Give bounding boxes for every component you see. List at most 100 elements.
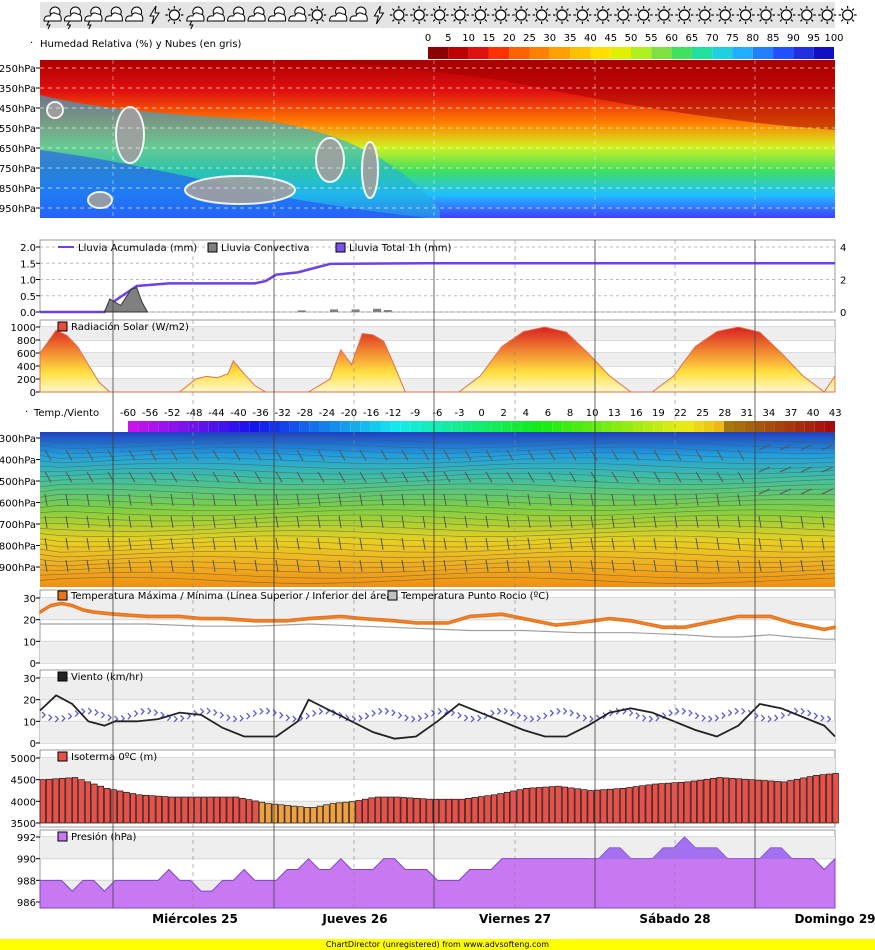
isotherm-bar [735,778,743,824]
temperature-lines-axis-tick: 10 [23,637,36,648]
isotherm-bar [632,786,639,824]
isotherm-bar [742,778,749,824]
temperature-scale-swatch [168,421,179,433]
isotherm-bar [278,804,285,824]
isotherm-bar [297,806,304,824]
humidity-scale-swatch [671,47,692,59]
isotherm-bar [271,803,278,824]
isotherm-legend-label: Isoterma 0ºC (m) [71,752,157,763]
temperature-scale-swatch [259,421,270,433]
temperature-scale-swatch [794,421,805,433]
solar-axis-tick: 0 [30,388,36,399]
temperature-scale-label: 2 [501,408,507,419]
isotherm-bar [78,779,85,824]
isotherm-bar [716,777,723,824]
humidity-scale-swatch [813,47,834,59]
isotherm-bar [162,796,169,824]
temperature-scale-swatch [380,421,391,433]
rain-axis2-tick: 2 [840,276,846,287]
isotherm-bar [819,774,826,824]
temperature-scale-swatch [511,421,522,433]
temperature-scale-swatch [471,421,482,433]
isotherm-bar [652,783,659,824]
rain-conv-bar [297,310,306,312]
isotherm-bar [568,787,575,824]
humidity-axis-tick: 450hPa [0,104,36,115]
humidity-scale-swatch [529,47,550,59]
isotherm-legend-swatch [57,751,68,762]
isotherm-bar [129,793,137,824]
sun-disc [760,9,772,21]
isotherm-bar [761,780,768,824]
temperature-lines-axis-tick: 30 [23,594,36,605]
humidity-axis-tick: 350hPa [0,84,36,95]
isotherm-bar [755,779,762,824]
isotherm-bar [181,796,188,824]
isotherm-axis-tick: 3500 [11,819,36,830]
humidity-axis-tick: 650hPa [0,144,36,155]
isotherm-bar [200,796,208,824]
humidity-title: Humedad Relativa (%) y Nubes (en gris) [40,39,242,50]
temperature-scale-swatch [643,421,654,433]
isotherm-bar [123,791,130,824]
isotherm-bar [310,807,317,824]
rain-conv-bar [373,308,382,312]
sun-ray [851,19,855,22]
isotherm-bar [46,778,53,824]
isotherm-bar [194,796,201,824]
temperature-scale-label: -56 [142,408,158,419]
isotherm-bar [104,788,111,824]
isotherm-bar [52,778,59,824]
sun-disc [719,9,731,21]
humidity-scale-label: 45 [604,33,617,44]
isotherm-bar [606,788,614,824]
temperature-scale-swatch [330,421,341,433]
humidity-scale-label: 25 [523,33,536,44]
temperature-scale-label: -40 [230,408,246,419]
temperature-panel: 30 20 10 0 Temperatura Máxima / Mínima (Lín… [23,589,836,670]
isotherm-bar [142,794,150,824]
isotherm-bar [284,805,291,824]
isotherm-bar [342,801,349,824]
temperature-scale-swatch [774,421,785,433]
humidity-scale-swatch [448,47,469,59]
sun-disc [474,9,486,21]
isotherm-bar [149,795,156,824]
sun-disc [515,9,527,21]
isotherm-bar [445,798,452,824]
isotherm-bar [813,775,820,824]
temperature-legend-label: Temperatura Máxima / Mínima (Línea Super… [70,590,396,602]
rain-axis-tick: 2.0 [20,243,36,254]
isotherm-bar [510,790,517,824]
isotherm-bar [613,788,620,824]
temperature-color-scale: -60 -56 -52 -48 -44 -40 -36 -32 -28 -24 -20 -16 -12-… [120,408,842,433]
temperature-scale-swatch [208,421,219,433]
isotherm-bar [542,786,549,824]
isotherm-legend: Isoterma 0ºC (m) [57,751,157,763]
temperature-scale-label: 19 [652,408,665,419]
isotherm-bar [748,779,755,824]
temperature-scale-label: -44 [208,408,224,419]
isotherm-bar [806,776,813,824]
dewpoint-legend-swatch [387,590,398,601]
rain-axis2-tick: 0 [840,308,846,319]
temperature-scale-label: 22 [674,408,687,419]
isotherm-bar [213,796,220,824]
temperature-y-axis: 300hPa 400hPa 500hPa 600hPa 700hPa 800hPa 900h… [0,434,40,574]
isotherm-bar [413,797,420,824]
humidity-scale-label: 70 [706,33,719,44]
isotherm-bar [426,798,433,824]
solar-legend-label: Radiación Solar (W/m2) [71,321,189,333]
humidity-scale-swatch [651,47,672,59]
temperature-scale-label: -3 [455,408,465,419]
temperature-scale-swatch [481,421,492,433]
isotherm-bar [516,789,523,824]
isotherm-bar [664,782,672,824]
day-label: Miércoles 25 [152,912,238,926]
wind-axis-tick: 20 [23,696,36,707]
humidity-scale-swatch [549,47,571,59]
temperature-axis-tick: 600hPa [0,499,36,510]
isotherm-bar [561,786,569,824]
humidity-scale-swatch [488,47,510,59]
rain-axis2-tick: 4 [840,243,846,254]
